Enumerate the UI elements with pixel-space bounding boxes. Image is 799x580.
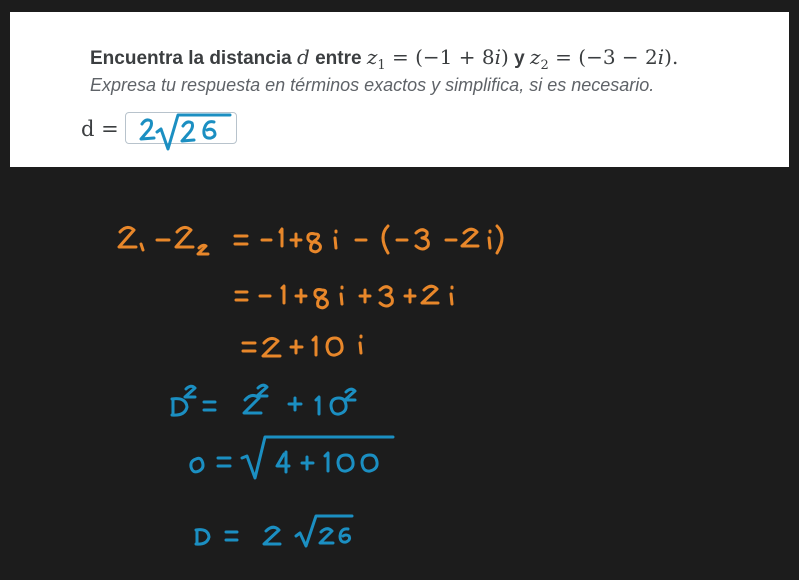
work-line-2 xyxy=(234,284,454,310)
work-line-4 xyxy=(170,383,357,417)
answer-handwriting xyxy=(139,113,232,151)
work-line-1 xyxy=(117,224,504,256)
handwritten-work xyxy=(117,113,504,548)
work-line-5 xyxy=(189,435,395,480)
work-line-6 xyxy=(194,514,354,548)
work-line-3 xyxy=(241,334,363,358)
